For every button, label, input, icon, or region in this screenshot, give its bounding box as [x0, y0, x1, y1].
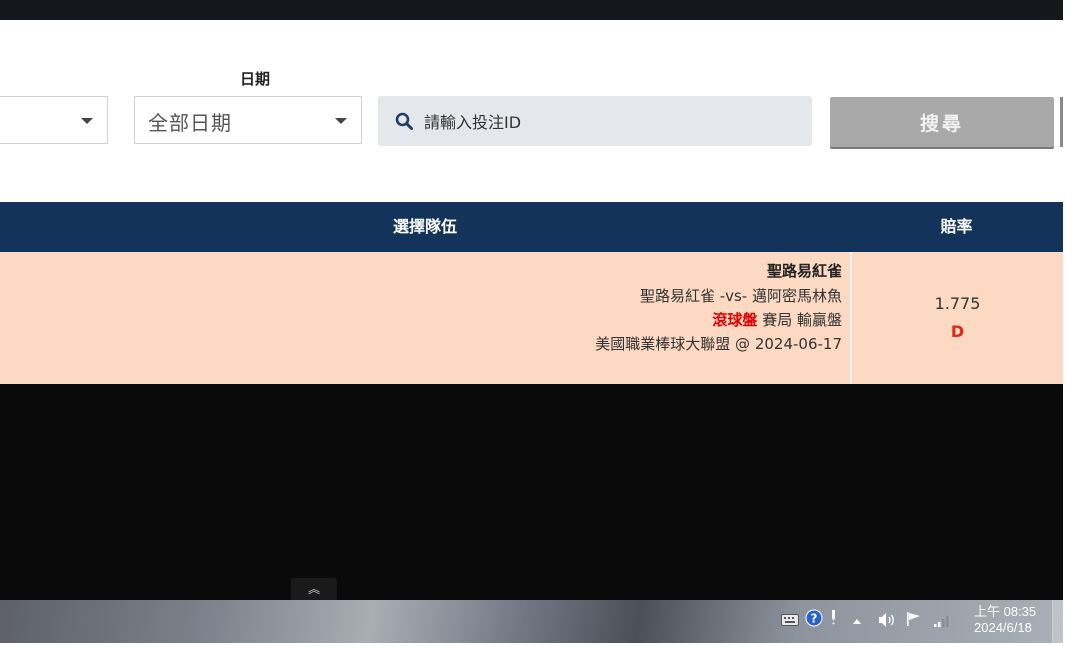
- bet-id-search-input[interactable]: [422, 108, 796, 136]
- table-header: 選擇隊伍 賠率: [0, 202, 1063, 252]
- table-row: 聖路易紅雀 聖路易紅雀 -vs- 邁阿密馬林魚 滾球盤 賽局 輸贏盤 美國職業棒…: [0, 252, 1063, 384]
- date-select[interactable]: 全部日期: [134, 96, 362, 144]
- selected-team: 聖路易紅雀: [766, 262, 842, 280]
- market-type: 滾球盤: [712, 311, 758, 329]
- search-button[interactable]: 搜尋: [830, 97, 1054, 147]
- date-select-value: 全部日期: [148, 111, 232, 135]
- svg-text:?: ?: [811, 612, 818, 626]
- category-select[interactable]: [0, 96, 108, 144]
- signal-icon[interactable]: [933, 614, 953, 628]
- adjacent-button-edge[interactable]: [1060, 97, 1063, 147]
- chevron-down-icon: [335, 118, 347, 124]
- chevron-down-icon: [81, 118, 93, 124]
- clock-time[interactable]: 上午 08:35: [974, 601, 1036, 620]
- market-line: 滾球盤 賽局 輸贏盤: [712, 309, 842, 330]
- bet-id-search-box[interactable]: [378, 96, 812, 146]
- search-icon: [395, 112, 413, 130]
- team-cell: 聖路易紅雀 聖路易紅雀 -vs- 邁阿密馬林魚 滾球盤 賽局 輸贏盤 美國職業棒…: [0, 252, 850, 384]
- show-desktop-button[interactable]: [1052, 600, 1064, 643]
- date-filter-label: 日期: [239, 70, 270, 88]
- odds-cell: 1.775 D: [852, 252, 1063, 384]
- right-gutter: [1063, 0, 1080, 600]
- keyboard-icon[interactable]: [781, 614, 799, 626]
- flag-icon[interactable]: [906, 611, 922, 627]
- league-date: 美國職業棒球大聯盟 @ 2024-06-17: [595, 335, 842, 353]
- show-hidden-icon[interactable]: [852, 617, 862, 625]
- odds-value: 1.775: [934, 294, 981, 313]
- column-header-odds: 賠率: [940, 217, 973, 236]
- column-header-team: 選擇隊伍: [392, 217, 457, 236]
- windows-taskbar: ?: [0, 600, 1063, 643]
- pen-icon[interactable]: [829, 609, 837, 625]
- clock-date[interactable]: 2024/6/18: [974, 620, 1032, 635]
- help-icon[interactable]: ?: [805, 609, 823, 627]
- market-detail: 賽局 輸贏盤: [762, 311, 842, 329]
- top-nav-bar: [0, 0, 1063, 20]
- status-badge: D: [950, 322, 965, 341]
- scroll-to-top-button[interactable]: ︽: [291, 578, 337, 600]
- empty-area: [0, 384, 1063, 600]
- matchup: 聖路易紅雀 -vs- 邁阿密馬林魚: [639, 287, 842, 305]
- volume-icon[interactable]: [878, 612, 898, 628]
